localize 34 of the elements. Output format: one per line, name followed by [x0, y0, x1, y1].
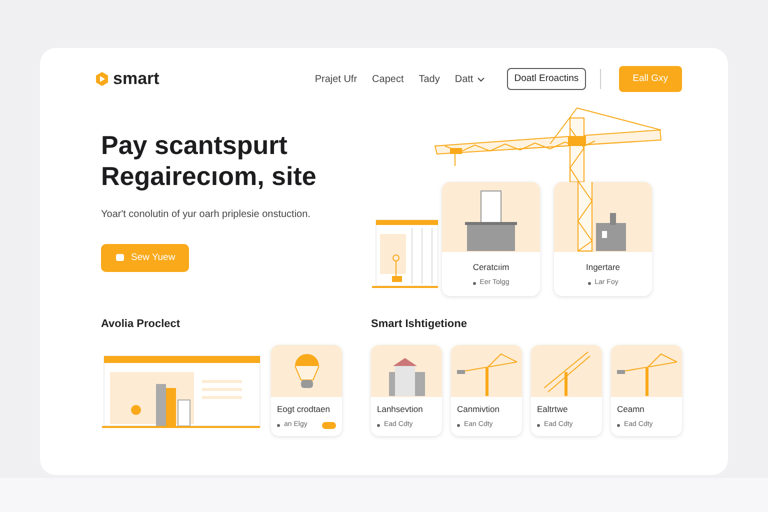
- card-title: Eogt crodtaen: [277, 403, 331, 416]
- section-title: Smart Ishtigetione: [371, 318, 468, 332]
- hero-subtitle: Yoar't conolutin of yur oarh priplesie onstuction.: [101, 208, 310, 222]
- bullet-icon: [277, 424, 280, 427]
- bullet-icon: [617, 424, 620, 427]
- card-title: Ealtrtwe: [537, 403, 569, 416]
- bullet-icon: [457, 424, 460, 427]
- nav-link[interactable]: Prajet Ufr: [314, 72, 358, 87]
- lightbulb-drawing: [294, 353, 320, 390]
- crane-drawing: [616, 353, 678, 398]
- bullet-icon: [377, 424, 380, 427]
- building-drawing: [388, 357, 426, 398]
- bullet-icon: [472, 282, 476, 285]
- bullet-icon: [588, 282, 591, 285]
- card-title: Ingertare: [584, 261, 622, 274]
- bullet-icon: [537, 424, 540, 427]
- building-drawing: [371, 219, 439, 288]
- caret-icon: [477, 76, 486, 82]
- card-title: Lanhsevtion: [377, 403, 424, 416]
- nav-link[interactable]: Tady: [418, 72, 440, 87]
- logo-icon: [95, 71, 109, 88]
- hero-title: Pay scantspurt Regairecıom, site: [101, 130, 318, 193]
- crane-drawing: [542, 351, 590, 398]
- card-title: Canmivtion: [457, 403, 501, 416]
- card-title: Ceratcıim: [472, 261, 510, 274]
- nav-link[interactable]: Capect: [372, 72, 404, 87]
- outline-button[interactable]: Doatl Eroactins: [507, 68, 586, 90]
- building-drawing: [464, 190, 518, 252]
- construction-drawing: [577, 182, 627, 252]
- brand-name[interactable]: smart: [113, 66, 160, 92]
- crane-drawing: [456, 353, 518, 398]
- nav-dropdown[interactable]: Datt: [454, 72, 486, 87]
- card-title: Ceamn: [617, 403, 646, 416]
- section-title: Avolia Proclect: [101, 318, 182, 332]
